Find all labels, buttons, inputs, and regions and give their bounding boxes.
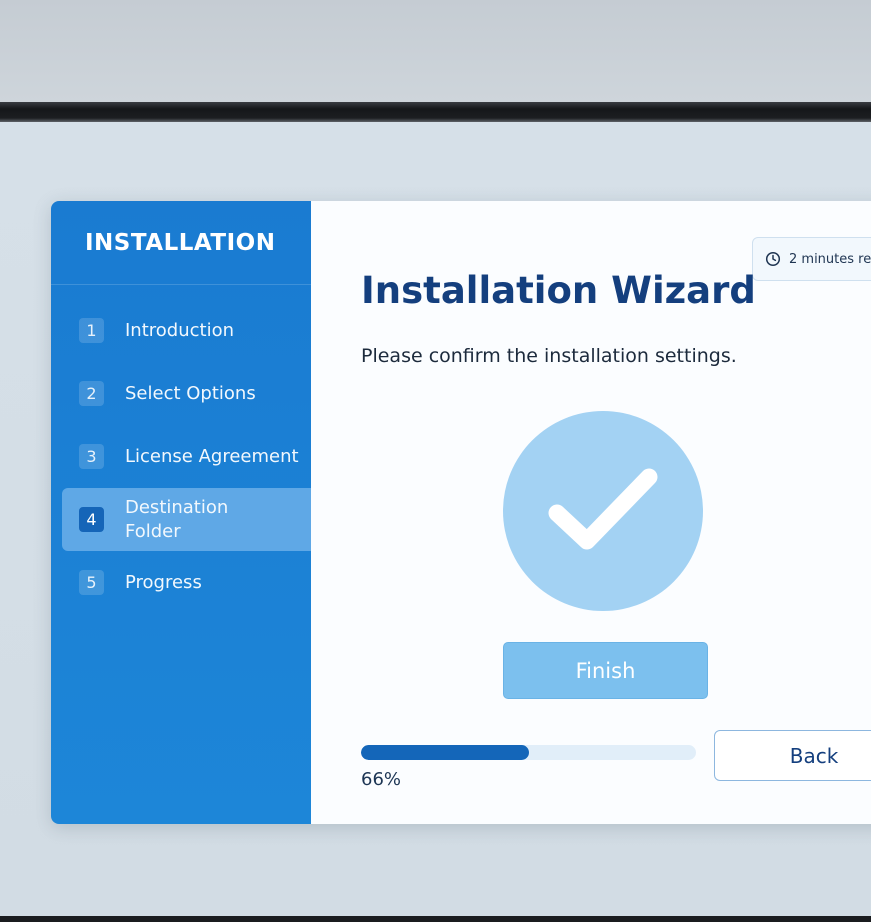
- time-remaining-badge: 2 minutes rem: [752, 237, 871, 281]
- monitor-bottom-bezel: [0, 916, 871, 922]
- progress-percent: 66%: [361, 769, 402, 790]
- page-subtitle: Please confirm the installation settings…: [361, 345, 737, 367]
- monitor-bezel: [0, 102, 871, 122]
- step-number: 1: [79, 318, 104, 343]
- step-label: License Agreement: [125, 445, 299, 467]
- step-label: Introduction: [125, 319, 235, 341]
- success-circle: [503, 411, 703, 611]
- clock-icon: [765, 251, 781, 267]
- finish-button[interactable]: Finish: [503, 642, 708, 699]
- step-number: 3: [79, 444, 104, 469]
- checkmark-icon: [548, 468, 658, 550]
- sidebar: INSTALLATION 1 Introduction 2 Select Opt…: [51, 201, 311, 824]
- step-list: 1 Introduction 2 Select Options 3 Licens…: [51, 285, 311, 614]
- step-label: Select Options: [125, 382, 256, 404]
- background-wall: [0, 0, 871, 102]
- step-destination-folder[interactable]: 4 Destination Folder: [62, 488, 311, 551]
- step-label: Progress: [125, 571, 202, 593]
- step-progress[interactable]: 5 Progress: [51, 551, 311, 614]
- step-number: 4: [79, 507, 104, 532]
- sidebar-title: INSTALLATION: [51, 201, 311, 285]
- main-panel: 2 minutes rem Installation Wizard Please…: [311, 201, 871, 824]
- time-remaining-text: 2 minutes rem: [789, 251, 871, 267]
- step-introduction[interactable]: 1 Introduction: [51, 299, 311, 362]
- progress-bar: [361, 745, 696, 760]
- step-license-agreement[interactable]: 3 License Agreement: [51, 425, 311, 488]
- step-number: 2: [79, 381, 104, 406]
- back-button[interactable]: Back: [714, 730, 871, 781]
- step-label: Destination Folder: [125, 496, 229, 542]
- step-select-options[interactable]: 2 Select Options: [51, 362, 311, 425]
- step-number: 5: [79, 570, 104, 595]
- page-title: Installation Wizard: [361, 269, 756, 312]
- progress-fill: [361, 745, 529, 760]
- installer-window: INSTALLATION 1 Introduction 2 Select Opt…: [51, 201, 871, 824]
